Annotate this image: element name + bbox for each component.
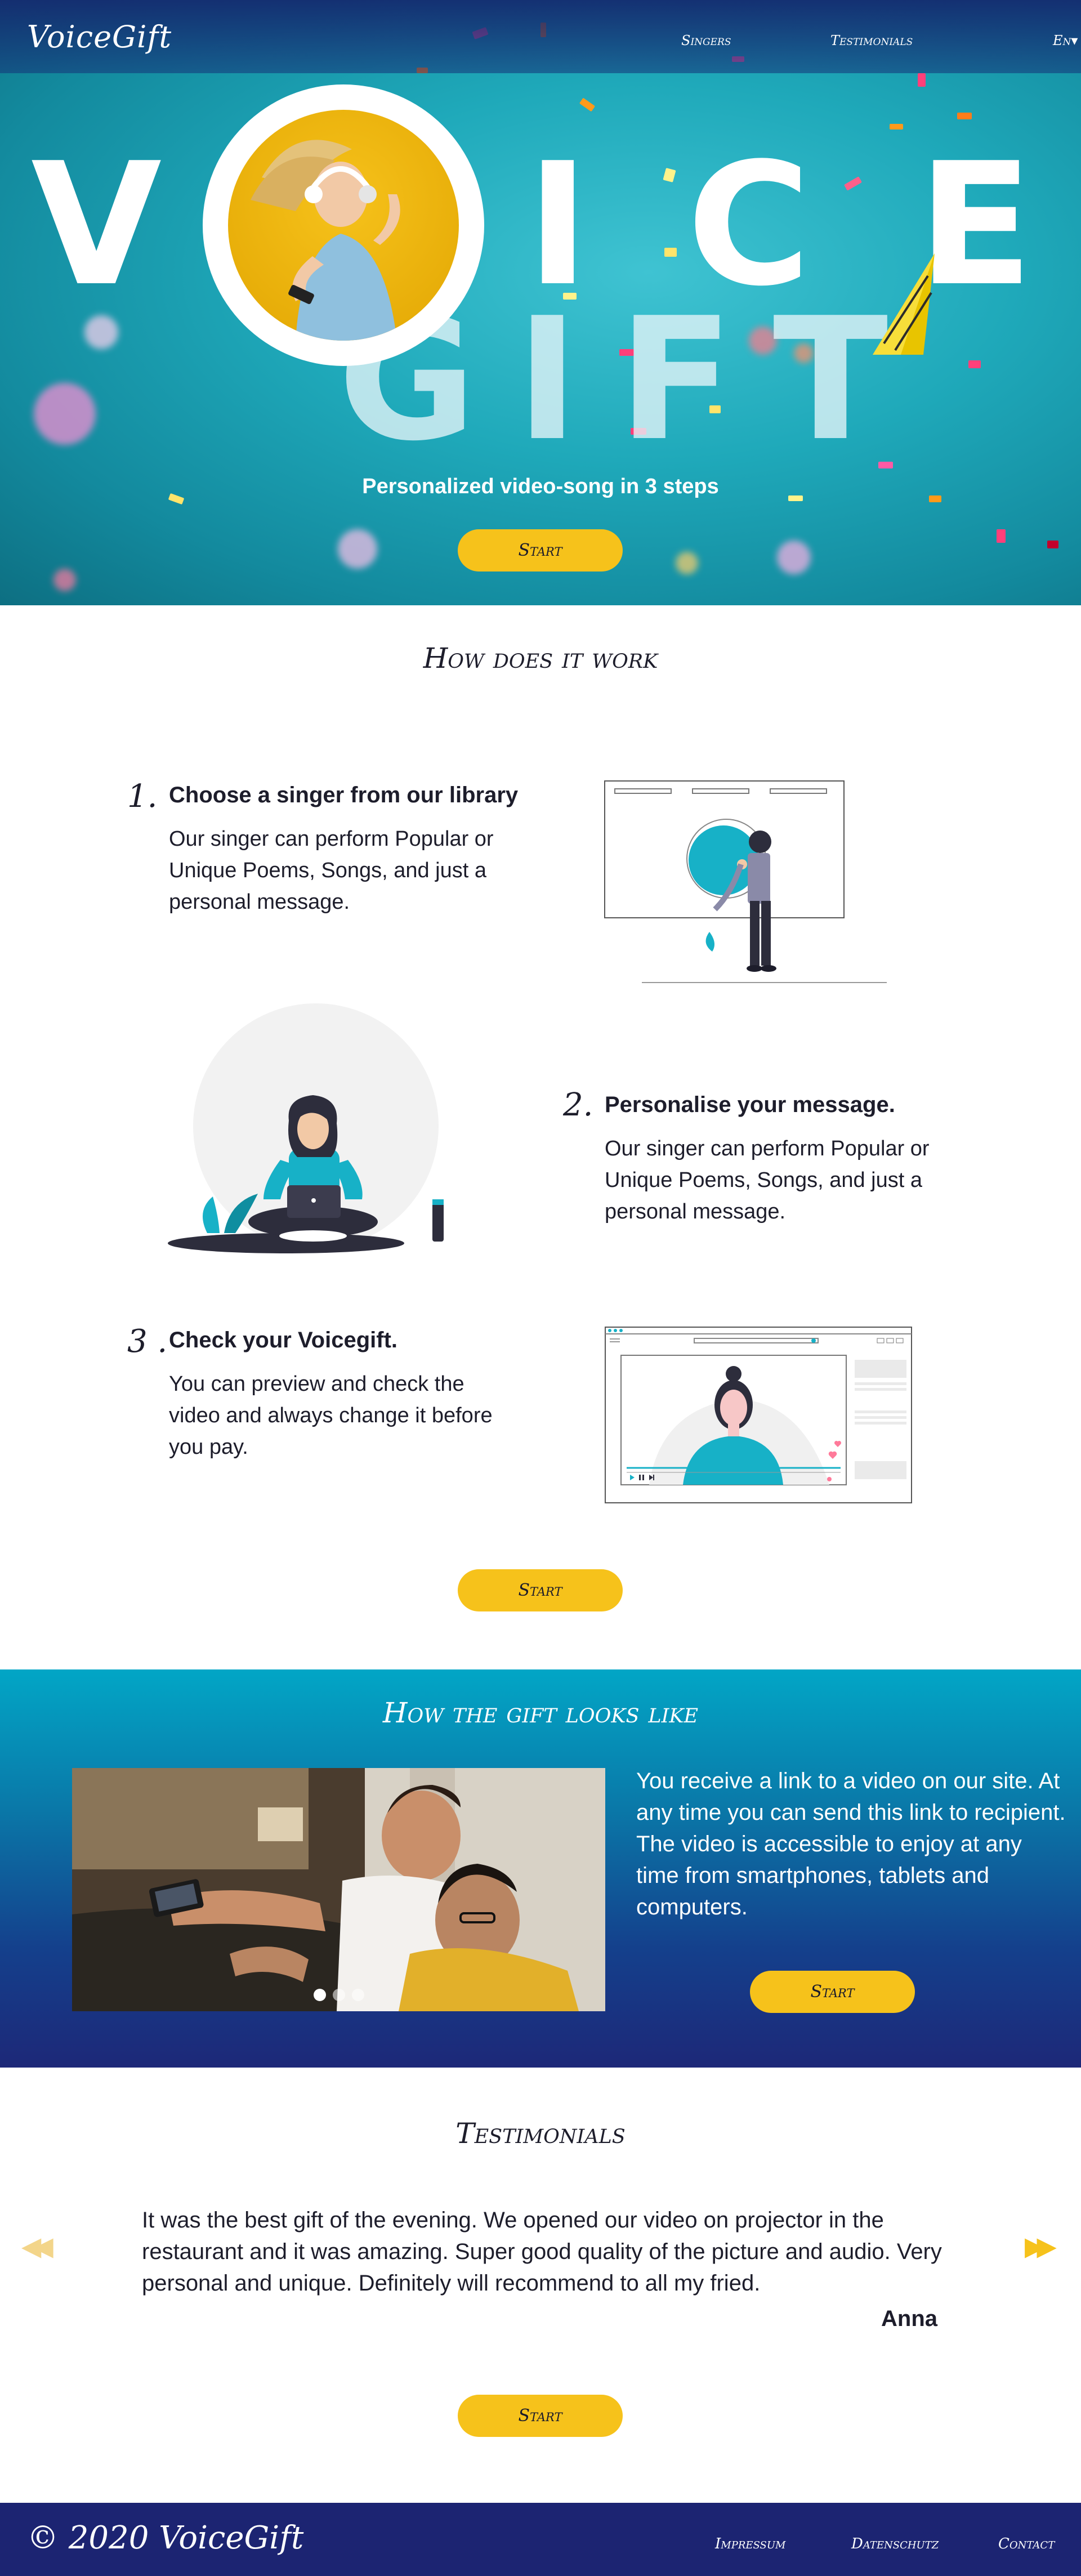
singer-photo: [228, 110, 459, 341]
testimonial-author: Anna: [881, 2306, 937, 2331]
step-1-text: Our singer can perform Popular or Unique…: [169, 827, 494, 914]
carousel-dot-3[interactable]: [351, 1989, 364, 2001]
top-navbar: VoiceGift Singers Testimonials En▾: [0, 0, 1081, 73]
hero-tagline: Personalized video-song in 3 steps: [362, 475, 719, 498]
hero-start-button[interactable]: Start: [458, 529, 623, 572]
gift-video-carousel[interactable]: [72, 1768, 605, 2011]
testimonial-quote: It was the best gift of the evening. We …: [142, 2208, 942, 2296]
carousel-dots: [72, 1989, 605, 2001]
gift-video-photo: [72, 1768, 605, 2011]
step-1-title: Choose a singer from our library: [169, 783, 519, 807]
step-1-number: 1.: [127, 778, 158, 815]
video-preview-illustration: [605, 1327, 912, 1503]
party-hat-icon: [873, 253, 935, 355]
carousel-dot-1[interactable]: [313, 1989, 326, 2001]
step-2-text: Our singer can perform Popular or Unique…: [605, 1137, 930, 1224]
nav-link-singers[interactable]: Singers: [681, 33, 760, 48]
gift-look-title: How the gift looks like: [382, 1697, 699, 1729]
language-selector[interactable]: En▾: [1053, 33, 1081, 48]
person-with-laptop-illustration: [168, 1003, 444, 1253]
hero-letter-v: V: [31, 127, 162, 323]
testimonials-start-button[interactable]: Start: [458, 2395, 623, 2437]
footer-copyright: © 2020 VoiceGift: [27, 2520, 304, 2556]
step-3-number: 3 .: [127, 1323, 168, 1360]
footer-link-contact[interactable]: Contact: [998, 2535, 1055, 2552]
gift-look-section: How the gift looks like You receive a li…: [0, 1669, 1081, 2068]
step-3-text: You can preview and check the video and …: [169, 1372, 493, 1459]
how-section-title: How does it work: [423, 642, 658, 675]
gift-look-description: You receive a link to a video on our sit…: [636, 1769, 1066, 1919]
footer-link-impressum[interactable]: Impressum: [715, 2535, 785, 2552]
step-2-number: 2.: [563, 1087, 593, 1123]
fast-forward-icon[interactable]: ▶▶: [1025, 2231, 1057, 2261]
logo[interactable]: VoiceGift: [27, 19, 172, 55]
gift-start-button[interactable]: Start: [750, 1971, 915, 2013]
singer-library-illustration: [604, 780, 887, 983]
hero-section: VoiceGift Singers Testimonials En▾ V I C…: [0, 0, 1081, 605]
footer-link-datenschutz[interactable]: Datenschutz: [851, 2535, 939, 2552]
how-start-button[interactable]: Start: [458, 1569, 623, 1611]
nav-link-testimonials[interactable]: Testimonials: [830, 33, 932, 48]
carousel-dot-2[interactable]: [332, 1989, 345, 2001]
testimonials-title: Testimonials: [455, 2117, 626, 2150]
step-2-title: Personalise your message.: [605, 1092, 895, 1117]
rewind-icon[interactable]: ◀◀: [21, 2231, 53, 2261]
footer: © 2020 VoiceGift Impressum Datenschutz C…: [0, 2503, 1081, 2576]
step-3-title: Check your Voicegift.: [169, 1328, 398, 1352]
